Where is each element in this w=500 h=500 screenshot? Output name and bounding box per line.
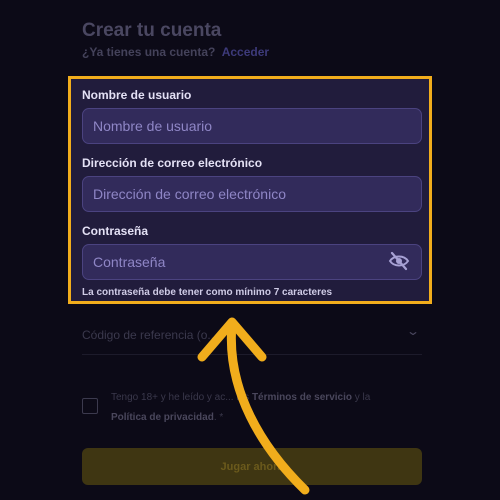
terms-checkbox[interactable]: [82, 398, 98, 414]
eye-slash-icon[interactable]: [388, 251, 410, 271]
password-label: Contraseña: [82, 224, 149, 238]
terms-of-service-link[interactable]: Términos de servicio: [252, 392, 352, 403]
terms-and: y la: [354, 392, 371, 403]
page-title: Crear tu cuenta: [82, 20, 222, 41]
referral-code-dropdown[interactable]: Código de referencia (o... ⌄: [82, 318, 422, 355]
email-input[interactable]: [82, 176, 422, 212]
play-now-button[interactable]: Jugar ahora: [82, 448, 422, 485]
terms-suffix: . *: [213, 412, 224, 423]
login-prompt-text: ¿Ya tienes una cuenta?: [82, 45, 216, 59]
password-input[interactable]: [82, 244, 422, 280]
login-link[interactable]: Acceder: [222, 45, 269, 59]
email-label: Dirección de correo electrónico: [82, 156, 263, 170]
terms-prefix: Tengo 18+ y he leído y ac... los: [111, 392, 250, 403]
terms-text: Tengo 18+ y he leído y ac... los Término…: [111, 388, 411, 428]
username-label: Nombre de usuario: [82, 88, 192, 102]
username-input[interactable]: [82, 108, 422, 144]
chevron-down-icon: ⌄: [405, 324, 421, 338]
privacy-policy-link[interactable]: Política de privacidad: [111, 412, 214, 423]
referral-code-label: Código de referencia (o...: [82, 328, 218, 342]
login-prompt: ¿Ya tienes una cuenta? Acceder: [82, 45, 269, 59]
password-hint: La contraseña debe tener como mínimo 7 c…: [82, 287, 333, 298]
